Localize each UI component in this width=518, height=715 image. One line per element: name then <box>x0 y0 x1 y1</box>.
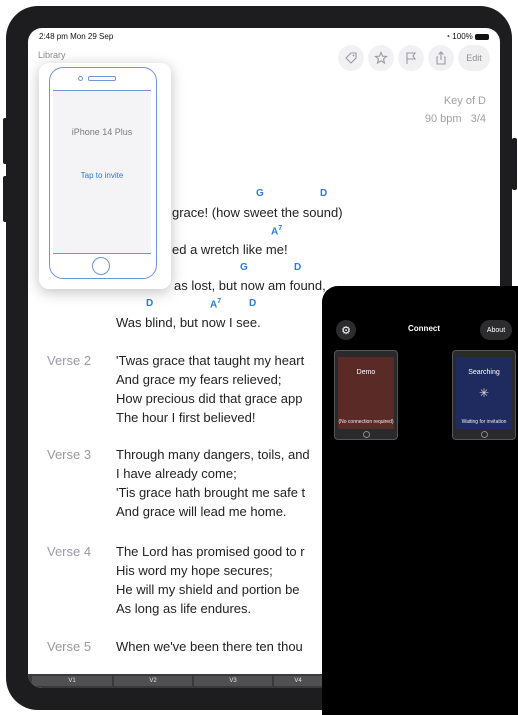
status-battery: ◔ 100% <box>445 32 489 41</box>
settings-button[interactable]: ⚙ <box>336 320 356 340</box>
camera-icon <box>78 76 83 81</box>
home-button-icon <box>481 431 488 438</box>
device-card-demo[interactable]: Demo (No connection required) <box>334 350 398 440</box>
about-button[interactable]: About <box>480 320 512 340</box>
device-card-screen: Searching ✳ Waiting for invitation <box>456 357 512 429</box>
spinner-icon: ✳ <box>478 386 490 400</box>
volume-button-2 <box>3 176 8 222</box>
tab-v4[interactable]: V4 <box>274 676 322 686</box>
lyric-line: As long as life endures. <box>116 601 252 616</box>
verse-label: Verse 5 <box>47 639 92 654</box>
song-tempo: 90 bpm <box>424 113 462 125</box>
verse-label: Verse 3 <box>47 447 92 462</box>
star-button[interactable] <box>368 45 394 71</box>
chord-extension: 7 <box>217 298 222 305</box>
chord-label: G <box>256 188 264 199</box>
connect-panel: ⚙ Connect About Demo (No connection requ… <box>322 286 518 715</box>
device-card-searching[interactable]: Searching ✳ Waiting for invitation <box>452 350 516 440</box>
status-time: 2:48 pm Mon 29 Sep <box>39 32 114 41</box>
connect-title: Connect <box>408 324 440 333</box>
chord-label: D <box>146 298 154 309</box>
device-card-status: Waiting for invitation <box>461 419 507 425</box>
invite-popover[interactable]: iPhone 14 Plus Tap to invite <box>39 63 171 289</box>
edit-button[interactable]: Edit <box>458 45 490 71</box>
star-icon <box>374 51 388 65</box>
battery-icon <box>475 33 489 40</box>
lyric-line: grace! (how sweet the sound) <box>172 205 343 220</box>
iphone-screen: iPhone 14 Plus Tap to invite <box>53 90 151 254</box>
status-bar: 2:48 pm Mon 29 Sep ◔ 100% <box>39 32 489 44</box>
lyric-line: The Lord has promised good to r <box>116 544 305 559</box>
lyric-line: And grace will lead me home. <box>116 504 287 519</box>
tag-icon <box>345 52 357 64</box>
song-key: Key of D <box>443 95 486 107</box>
device-name: iPhone 14 Plus <box>71 127 133 137</box>
tab-v2[interactable]: V2 <box>114 676 192 686</box>
lyric-line: When we've been there ten thou <box>116 639 303 654</box>
device-card-status: (No connection required) <box>338 419 394 425</box>
lyric-line: The hour I first believed! <box>116 410 256 425</box>
device-card-title: Searching <box>468 369 500 376</box>
song-toolbar: Edit <box>338 45 490 71</box>
iphone-outline: iPhone 14 Plus Tap to invite <box>49 67 157 279</box>
chord-extension: 7 <box>278 225 283 232</box>
lyric-line: Was blind, but now I see. <box>116 315 261 330</box>
song-time-signature: 3/4 <box>470 113 486 125</box>
library-button[interactable]: Library <box>38 50 66 60</box>
lyric-line: He will my shield and portion be <box>116 582 300 597</box>
tag-button[interactable] <box>338 45 364 71</box>
flag-button[interactable] <box>398 45 424 71</box>
tap-to-invite-link[interactable]: Tap to invite <box>53 171 151 180</box>
home-button-icon <box>363 431 370 438</box>
chord-label: D <box>249 298 257 309</box>
share-button[interactable] <box>428 45 454 71</box>
chord-label: G <box>240 262 248 273</box>
gear-icon: ⚙ <box>341 324 351 337</box>
home-button-icon <box>92 257 110 275</box>
lyric-line: Through many dangers, toils, and <box>116 447 310 462</box>
chord-label: D <box>294 262 302 273</box>
lyric-line: 'Tis grace hath brought me safe t <box>116 485 306 500</box>
lyric-line: as lost, but now am found, <box>174 278 326 293</box>
chord-label: A7 <box>210 298 221 310</box>
verse-label: Verse 4 <box>47 544 92 559</box>
device-card-title: Demo <box>356 369 376 376</box>
chord-label: D <box>320 188 328 199</box>
flag-icon <box>406 52 417 64</box>
chord-label: A7 <box>271 225 282 237</box>
verse-label: Verse 2 <box>47 353 92 368</box>
lyric-line: 'Twas grace that taught my heart <box>116 353 305 368</box>
speaker-icon <box>88 76 116 81</box>
battery-label: 100% <box>452 32 473 41</box>
tab-v3[interactable]: V3 <box>194 676 272 686</box>
lyric-line: And grace my fears relieved; <box>116 372 282 387</box>
tab-v1[interactable]: V1 <box>32 676 112 686</box>
song-tempo-time: 90 bpm 3/4 <box>425 113 486 125</box>
lyric-line: How precious did that grace app <box>116 391 303 406</box>
device-card-screen: Demo (No connection required) <box>338 357 394 429</box>
lyric-line: I have already come; <box>116 466 237 481</box>
lyric-line: ed a wretch like me! <box>172 242 288 257</box>
lyric-line: His word my hope secures; <box>116 563 273 578</box>
power-button <box>512 138 517 190</box>
volume-button <box>3 118 8 164</box>
share-icon <box>436 51 446 65</box>
